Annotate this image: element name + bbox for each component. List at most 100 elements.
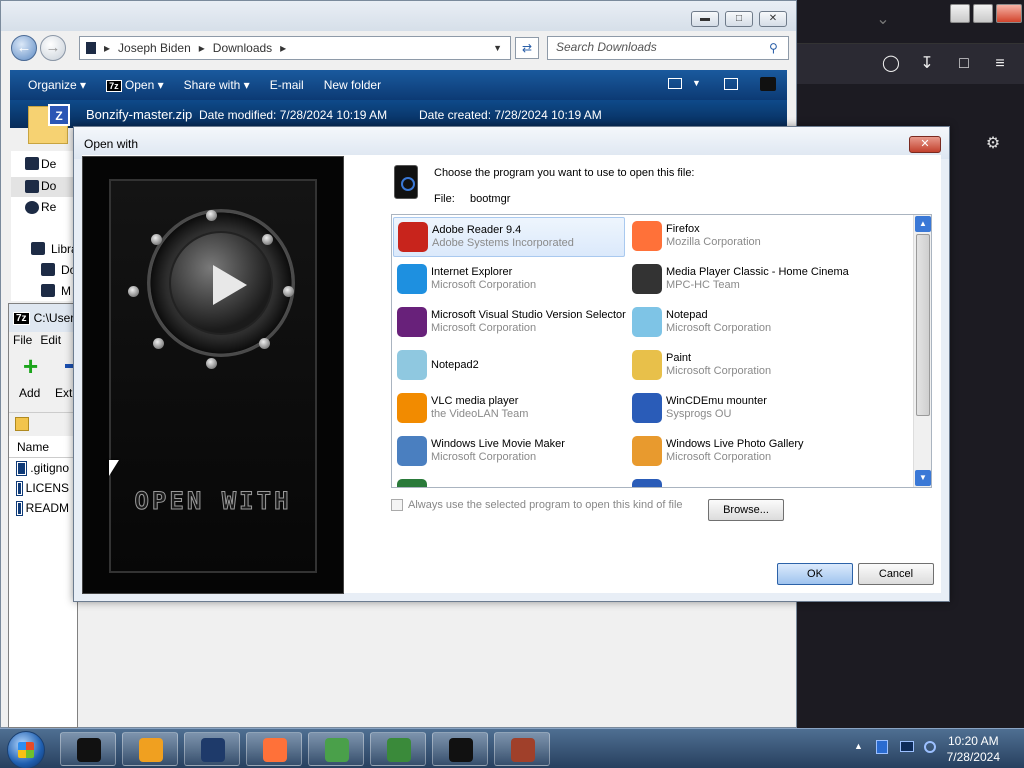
organize-button[interactable]: Organize ▾ (18, 78, 96, 92)
program-item[interactable]: Media Player Classic - Home Cinema MPC-HC… (628, 260, 860, 300)
dialog-close-button[interactable]: ✕ (909, 136, 941, 153)
address-bar[interactable]: ▸ Joseph Biden ▸ Downloads ▸ ▼ (79, 36, 511, 60)
column-name-header[interactable]: Name (9, 436, 77, 458)
program-item[interactable]: Adobe Reader 9.4 Adobe Systems Incorporat… (393, 217, 625, 257)
program-item[interactable]: Paint Microsoft Corporation (628, 346, 860, 386)
program-item[interactable]: Windows Live Photo Gallery Microsoft Corp… (628, 432, 860, 472)
nav-item[interactable]: M (61, 284, 71, 298)
navigation-pane: De Do Re Libra Do M (11, 151, 78, 301)
start-button[interactable] (7, 731, 45, 768)
restore-button[interactable] (973, 4, 993, 23)
preview-pane-icon[interactable] (724, 78, 738, 90)
program-company: Adobe Systems Incorporated (432, 237, 574, 249)
network-icon[interactable] (876, 740, 888, 754)
list-item[interactable]: READM (9, 498, 77, 518)
new-folder-button[interactable]: New folder (314, 78, 391, 92)
taskbar-button[interactable] (184, 732, 240, 766)
scrollbar[interactable]: ▲ ▼ (913, 215, 931, 487)
program-item[interactable]: Microsoft Visual Studio Version Selector… (393, 303, 626, 343)
program-item[interactable]: Internet Explorer Microsoft Corporation (393, 260, 625, 300)
scroll-up-button[interactable]: ▲ (915, 216, 931, 232)
close-button[interactable]: ✕ (759, 11, 787, 27)
search-input[interactable]: Search Downloads (547, 36, 789, 60)
downloads-icon (25, 180, 39, 193)
ok-button[interactable]: OK (777, 563, 853, 585)
show-hidden-icons[interactable]: ▲ (854, 741, 863, 751)
program-name: Windows Live Movie Maker (431, 438, 565, 450)
clock[interactable]: 10:20 AM 7/28/2024 (947, 733, 1000, 765)
program-company: Sysprogs OU (666, 408, 732, 420)
program-item[interactable]: Windows Media Player (628, 475, 860, 487)
taskbar-button[interactable] (432, 732, 488, 766)
open-button[interactable]: 7z Open ▾ (96, 78, 174, 92)
menu-icon[interactable]: ≡ (989, 54, 1011, 74)
program-item[interactable]: Windows Live Movie Maker Microsoft Corpor… (393, 432, 625, 472)
forward-button[interactable]: → (40, 35, 66, 61)
scroll-down-button[interactable]: ▼ (915, 470, 931, 486)
add-icon[interactable]: + (23, 353, 43, 379)
list-item[interactable]: LICENS (9, 478, 77, 498)
download-icon[interactable]: ↧ (916, 54, 938, 74)
program-list[interactable]: Adobe Reader 9.4 Adobe Systems Incorporat… (391, 214, 932, 488)
minimize-button[interactable]: ▬ (691, 11, 719, 27)
pocket-icon[interactable]: ◯ (880, 54, 902, 74)
chevron-down-icon[interactable]: ▼ (692, 78, 701, 88)
program-item[interactable]: Windows Media Center (393, 475, 625, 487)
media-player-icon (632, 479, 662, 487)
program-item[interactable]: Notepad Microsoft Corporation (628, 303, 860, 343)
taskbar-button[interactable] (122, 732, 178, 766)
cancel-button[interactable]: Cancel (858, 563, 934, 585)
installer-icon (387, 738, 411, 762)
visual-studio-icon (397, 307, 427, 337)
program-name: Microsoft Visual Studio Version Selector (431, 309, 626, 321)
program-item[interactable]: Firefox Mozilla Corporation (628, 217, 860, 257)
view-icon[interactable] (668, 78, 682, 89)
gear-icon[interactable]: ⚙ (982, 134, 1004, 154)
program-item[interactable]: Notepad2 (393, 346, 625, 386)
taskbar-button[interactable] (60, 732, 116, 766)
checkbox[interactable] (391, 499, 403, 511)
help-icon[interactable] (760, 77, 776, 91)
program-name: Adobe Reader 9.4 (432, 224, 522, 236)
close-button[interactable] (996, 4, 1022, 23)
banner-title: OPEN WITH (134, 487, 292, 516)
breadcrumb-item[interactable]: Downloads (213, 41, 272, 55)
refresh-button[interactable]: ⇄ (515, 37, 539, 59)
7zip-toolbar: + Add Extr (9, 350, 77, 412)
volume-icon[interactable] (924, 741, 936, 753)
add-button[interactable]: Add (19, 386, 40, 400)
share-with-button[interactable]: Share with ▾ (174, 78, 260, 92)
browser-titlebar: ⌄ (770, 0, 1024, 44)
7zip-icon (449, 738, 473, 762)
scroll-thumb[interactable] (916, 234, 930, 416)
7zip-window: 7z C:\User File Edit + Add Extr Name .gi… (8, 303, 78, 728)
monitor-icon[interactable] (900, 741, 914, 752)
nav-item[interactable]: Do (41, 179, 56, 193)
taskbar-button[interactable] (494, 732, 550, 766)
taskbar-button[interactable] (246, 732, 302, 766)
always-use-checkbox[interactable]: Always use the selected program to open … (391, 499, 683, 511)
minimize-button[interactable] (950, 4, 970, 23)
media-player-icon (139, 738, 163, 762)
list-item[interactable]: .gitigno (9, 458, 77, 478)
program-item[interactable]: VLC media player the VideoLAN Team (393, 389, 625, 429)
bolt-icon (259, 338, 270, 349)
nav-item[interactable]: De (41, 157, 56, 171)
maximize-button[interactable]: □ (725, 11, 753, 27)
menu-file[interactable]: File (13, 333, 32, 349)
program-item[interactable]: WinCDEmu mounter Sysprogs OU (628, 389, 860, 429)
folder-up-icon[interactable] (15, 417, 29, 431)
menu-edit[interactable]: Edit (40, 333, 61, 349)
back-button[interactable]: ← (11, 35, 37, 61)
breadcrumb-item[interactable]: Joseph Biden (118, 41, 191, 55)
email-button[interactable]: E-mail (260, 78, 314, 92)
extensions-icon[interactable]: □ (953, 54, 975, 74)
explorer-titlebar (1, 1, 796, 31)
chevron-down-icon[interactable]: ▼ (493, 43, 502, 53)
nav-item[interactable]: Re (41, 200, 56, 214)
taskbar-button[interactable] (370, 732, 426, 766)
taskbar-button[interactable] (308, 732, 364, 766)
browser-icon (201, 738, 225, 762)
chevron-down-icon[interactable]: ⌄ (872, 10, 894, 30)
browse-button[interactable]: Browse... (708, 499, 784, 521)
